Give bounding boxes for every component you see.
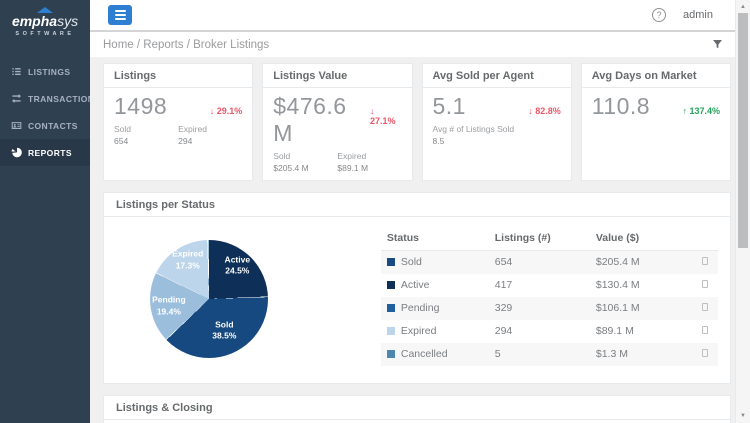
table-row-expired: Expired 294 $89.1 M xyxy=(381,320,718,343)
sub-label: Sold xyxy=(114,124,132,134)
delta-arrow-icon: ↑ xyxy=(682,106,687,116)
main-area: ? admin Home / Reports / Broker Listings… xyxy=(90,0,735,423)
row-details-icon[interactable] xyxy=(702,303,708,311)
listings-per-status-panel: Listings per Status Active 24.5% Sold 38.5… xyxy=(103,192,731,384)
sidebar-item-transactions[interactable]: TRANSACTIONS xyxy=(0,85,100,112)
sidebar-item-contacts[interactable]: CONTACTS xyxy=(0,112,90,139)
kpi-delta: ↓ 82.8% xyxy=(528,106,561,116)
sub-label: Expired xyxy=(337,151,367,161)
brand-bold: empha xyxy=(11,13,58,29)
listings-and-closing-panel: Listings & Closing 40M 160 xyxy=(103,395,731,423)
kpi-card-avg-days-on-market: Avg Days on Market 110.8 ↑ 137.4% xyxy=(580,63,731,181)
topbar: ? admin xyxy=(90,0,735,32)
sub-value: $205.4 M xyxy=(273,163,309,173)
filter-icon[interactable] xyxy=(712,39,723,50)
kpi-delta: ↓ 27.1% xyxy=(369,106,396,126)
status-swatch xyxy=(386,304,395,312)
kpi-row: Listings 1498 ↓ 29.1% Sold 654 Expired 294 xyxy=(103,63,731,181)
pie-chart-icon xyxy=(11,147,22,158)
card-title: Avg Sold per Agent xyxy=(422,64,571,88)
scroll-up-icon[interactable]: ▲ xyxy=(736,1,750,13)
sub-label: Avg # of Listings Sold xyxy=(432,124,515,134)
sub-value: 294 xyxy=(178,136,193,146)
row-details-icon[interactable] xyxy=(702,349,708,357)
col-header-value: Value ($) xyxy=(589,229,691,251)
help-icon[interactable]: ? xyxy=(652,8,667,22)
scroll-down-icon[interactable]: ▼ xyxy=(736,410,750,422)
panel-title: Listings per Status xyxy=(104,193,730,217)
row-details-icon[interactable] xyxy=(702,280,708,288)
breadcrumb[interactable]: Home / Reports / Broker Listings xyxy=(103,39,269,51)
card-title: Avg Days on Market xyxy=(581,64,730,88)
brand-subtitle: SOFTWARE xyxy=(15,31,75,37)
status-swatch xyxy=(386,281,395,289)
sub-label: Expired xyxy=(178,124,207,134)
kpi-value: $476.6 M xyxy=(273,93,347,146)
kpi-value: 5.1 xyxy=(432,93,466,119)
sidebar-item-reports[interactable]: REPORTS xyxy=(0,139,90,166)
kpi-delta: ↓ 29.1% xyxy=(209,106,243,116)
sub-value: 654 xyxy=(114,136,129,146)
status-table: Status Listings (#) Value ($) Sold 654 $… xyxy=(380,229,718,366)
sidebar-item-label: REPORTS xyxy=(28,147,72,158)
table-row-pending: Pending 329 $106.1 M xyxy=(380,296,718,320)
kpi-card-avg-sold-per-agent: Avg Sold per Agent 5.1 ↓ 82.8% Avg # of … xyxy=(421,63,572,181)
sidebar: emphasys SOFTWARE LISTINGS TRANSACTIONS … xyxy=(0,0,100,423)
sub-label: Sold xyxy=(273,151,291,161)
topbar-right: ? admin xyxy=(652,8,713,22)
kpi-value: 110.8 xyxy=(591,93,651,119)
table-row-cancelled: Cancelled 5 $1.3 M xyxy=(380,342,718,366)
hamburger-icon xyxy=(114,10,126,12)
table-row-active: Active 417 $130.4 M xyxy=(381,274,718,297)
vertical-scrollbar[interactable]: ▲ ▼ xyxy=(735,0,750,423)
status-swatch xyxy=(386,258,395,267)
sidebar-nav: LISTINGS TRANSACTIONS CONTACTS REPORTS xyxy=(0,58,100,166)
delta-arrow-icon: ↓ xyxy=(369,106,375,116)
kpi-card-listings-value: Listings Value $476.6 M ↓ 27.1% Sold $205… xyxy=(262,63,413,181)
col-header-status: Status xyxy=(380,229,489,251)
panel-title: Listings & Closing xyxy=(104,396,730,420)
logo: emphasys SOFTWARE xyxy=(0,0,90,48)
sidebar-item-label: LISTINGS xyxy=(28,66,71,77)
row-details-icon[interactable] xyxy=(702,257,708,266)
status-swatch xyxy=(386,327,395,335)
status-pie[interactable] xyxy=(150,240,268,358)
sub-value: $89.1 M xyxy=(337,163,369,173)
sidebar-item-label: CONTACTS xyxy=(28,120,78,131)
transfer-arrows-icon xyxy=(12,94,21,103)
brand-text: emphasys xyxy=(0,14,90,29)
kpi-delta: ↑ 137.4% xyxy=(682,106,720,116)
breadcrumb-bar: Home / Reports / Broker Listings xyxy=(90,32,735,57)
kpi-value: 1498 xyxy=(114,93,168,119)
broker-dashboard: emphasys SOFTWARE LISTINGS TRANSACTIONS … xyxy=(0,0,750,423)
kpi-card-listings: Listings 1498 ↓ 29.1% Sold 654 Expired 294 xyxy=(103,63,254,181)
user-name[interactable]: admin xyxy=(683,9,713,21)
table-row-sold: Sold 654 $205.4 M xyxy=(380,250,718,274)
row-details-icon[interactable] xyxy=(702,326,708,334)
content: Listings 1498 ↓ 29.1% Sold 654 Expired 294 xyxy=(90,57,735,423)
menu-toggle-button[interactable] xyxy=(108,5,132,25)
brand-light: sys xyxy=(57,13,79,29)
scrollbar-thumb[interactable] xyxy=(738,13,748,248)
delta-arrow-icon: ↓ xyxy=(528,106,533,116)
delta-arrow-icon: ↓ xyxy=(209,106,215,116)
sub-value: 8.5 xyxy=(432,136,445,146)
sidebar-item-listings[interactable]: LISTINGS xyxy=(0,58,90,85)
card-title: Listings xyxy=(104,64,253,88)
col-header-listings: Listings (#) xyxy=(488,229,590,251)
contact-card-icon xyxy=(11,122,22,129)
list-icon xyxy=(12,68,21,75)
card-title: Listings Value xyxy=(263,64,412,88)
status-swatch xyxy=(386,350,395,358)
